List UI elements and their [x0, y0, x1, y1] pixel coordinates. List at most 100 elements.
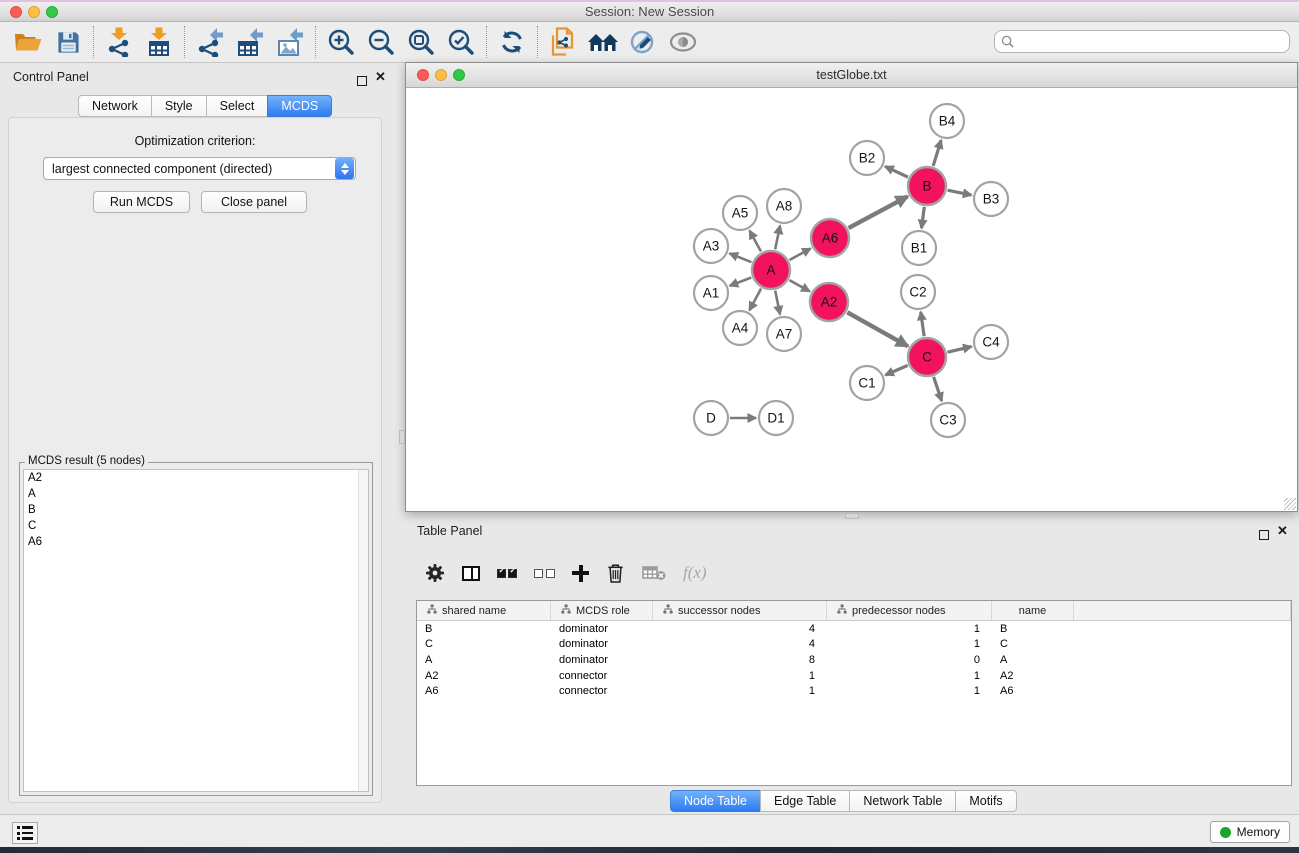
- graph-edge-A-A1[interactable]: [730, 278, 752, 286]
- graph-node-B2[interactable]: B2: [850, 141, 884, 175]
- column-header-name[interactable]: name: [992, 601, 1074, 620]
- graph-node-A[interactable]: A: [752, 251, 790, 289]
- magnifier-plus-icon[interactable]: [321, 24, 361, 60]
- graph-edge-A-A4[interactable]: [749, 289, 761, 311]
- list-item[interactable]: A2: [24, 470, 368, 486]
- close-panel-button[interactable]: Close panel: [201, 191, 307, 213]
- table-row[interactable]: Adominator80A: [417, 652, 1291, 668]
- list-item[interactable]: B: [24, 502, 368, 518]
- graph-node-A2[interactable]: A2: [810, 283, 848, 321]
- column-header-MCDS-role[interactable]: MCDS role: [551, 601, 653, 620]
- graph-edge-B-B2[interactable]: [885, 166, 908, 177]
- save-floppy-icon[interactable]: [48, 24, 88, 60]
- document-network-icon[interactable]: [543, 24, 583, 60]
- tab-network-table[interactable]: Network Table: [849, 790, 956, 812]
- graph-edge-B-B4[interactable]: [933, 140, 941, 166]
- graph-node-B1[interactable]: B1: [902, 231, 936, 265]
- control-panel-close-button[interactable]: ✕: [375, 72, 386, 82]
- search-input[interactable]: [1018, 35, 1283, 49]
- list-item[interactable]: C: [24, 518, 368, 534]
- graph-node-C2[interactable]: C2: [901, 275, 935, 309]
- graph-edge-B-B3[interactable]: [948, 190, 972, 195]
- column-header-predecessor-nodes[interactable]: predecessor nodes: [827, 601, 992, 620]
- splitter-grip-vertical[interactable]: [399, 430, 405, 444]
- unchecked-boxes-icon[interactable]: [534, 569, 555, 578]
- magnifier-check-icon[interactable]: [441, 24, 481, 60]
- graph-edge-A-A8[interactable]: [775, 226, 780, 250]
- graph-edge-A-A6[interactable]: [789, 248, 810, 259]
- graph-node-C[interactable]: C: [908, 338, 946, 376]
- graph-edge-A-A2[interactable]: [789, 280, 809, 291]
- pen-slash-icon[interactable]: [623, 24, 663, 60]
- graph-edge-A2-C[interactable]: [847, 312, 908, 346]
- tab-motifs[interactable]: Motifs: [955, 790, 1016, 812]
- memory-button[interactable]: Memory: [1210, 821, 1290, 843]
- graph-node-A4[interactable]: A4: [723, 311, 757, 345]
- trash-icon[interactable]: [606, 562, 625, 584]
- list-scrollbar[interactable]: [358, 470, 368, 791]
- graph-node-B4[interactable]: B4: [930, 104, 964, 138]
- network-canvas[interactable]: B4 B2 B B3 A8 A5 A6 A3 B1 A A1 C2 A2 A4 A7 C4 C C1 D D1 C3: [406, 88, 1297, 511]
- table-row[interactable]: A2connector11A2: [417, 668, 1291, 684]
- open-folder-icon[interactable]: [8, 24, 48, 60]
- graph-edge-C-C4[interactable]: [947, 347, 971, 353]
- graph-edge-B-B1[interactable]: [922, 207, 925, 228]
- table-panel-close-button[interactable]: ✕: [1277, 526, 1288, 536]
- column-header-successor-nodes[interactable]: successor nodes: [653, 601, 827, 620]
- graph-node-A3[interactable]: A3: [694, 229, 728, 263]
- graph-node-D[interactable]: D: [694, 401, 728, 435]
- checked-boxes-icon[interactable]: [497, 569, 517, 578]
- search-field[interactable]: [994, 30, 1290, 53]
- export-network-arrow-icon[interactable]: [190, 24, 230, 60]
- graph-node-D1[interactable]: D1: [759, 401, 793, 435]
- graph-edge-A-A5[interactable]: [750, 231, 761, 252]
- graph-edge-C-C2[interactable]: [921, 312, 924, 336]
- graph-node-C1[interactable]: C1: [850, 366, 884, 400]
- graph-edge-A-A7[interactable]: [775, 291, 780, 315]
- import-network-arrow-icon[interactable]: [99, 24, 139, 60]
- graph-node-A5[interactable]: A5: [723, 196, 757, 230]
- double-home-icon[interactable]: [583, 24, 623, 60]
- tab-style[interactable]: Style: [151, 95, 207, 117]
- graph-node-B[interactable]: B: [908, 167, 946, 205]
- tab-mcds[interactable]: MCDS: [267, 95, 332, 117]
- tab-node-table[interactable]: Node Table: [670, 790, 761, 812]
- table-row[interactable]: Bdominator41B: [417, 621, 1291, 637]
- tab-edge-table[interactable]: Edge Table: [760, 790, 850, 812]
- export-table-arrow-icon[interactable]: [230, 24, 270, 60]
- graph-node-A8[interactable]: A8: [767, 189, 801, 223]
- import-table-arrow-icon[interactable]: [139, 24, 179, 60]
- table-row[interactable]: A6connector11A6: [417, 683, 1291, 699]
- mcds-result-list[interactable]: A2ABCA6: [23, 469, 369, 792]
- table-row[interactable]: Cdominator41C: [417, 637, 1291, 653]
- list-item[interactable]: A: [24, 486, 368, 502]
- criterion-dropdown[interactable]: largest connected component (directed): [43, 157, 356, 180]
- graph-edge-C-C3[interactable]: [934, 377, 942, 401]
- table-panel-float-button[interactable]: [1259, 527, 1269, 545]
- split-columns-icon[interactable]: [462, 566, 480, 581]
- graph-edge-C-C1[interactable]: [885, 365, 907, 375]
- tab-network[interactable]: Network: [78, 95, 152, 117]
- list-item[interactable]: A6: [24, 534, 368, 550]
- refresh-arrows-icon[interactable]: [492, 24, 532, 60]
- graph-node-A7[interactable]: A7: [767, 317, 801, 351]
- graph-edge-A-A3[interactable]: [730, 253, 752, 262]
- graph-node-A6[interactable]: A6: [811, 219, 849, 257]
- column-header-shared-name[interactable]: shared name: [417, 601, 551, 620]
- export-image-arrow-icon[interactable]: [270, 24, 310, 60]
- graph-node-A1[interactable]: A1: [694, 276, 728, 310]
- gear-icon[interactable]: [425, 563, 445, 583]
- graph-node-B3[interactable]: B3: [974, 182, 1008, 216]
- magnifier-box-icon[interactable]: [401, 24, 441, 60]
- control-panel-float-button[interactable]: [357, 73, 367, 91]
- magnifier-minus-icon[interactable]: [361, 24, 401, 60]
- tab-select[interactable]: Select: [206, 95, 269, 117]
- plus-icon[interactable]: [572, 565, 589, 582]
- graph-node-C4[interactable]: C4: [974, 325, 1008, 359]
- graph-edge-A6-B[interactable]: [849, 196, 908, 228]
- window-resize-grip[interactable]: [1284, 498, 1296, 510]
- graph-node-C3[interactable]: C3: [931, 403, 965, 437]
- splitter-grip-horizontal[interactable]: [845, 513, 859, 519]
- task-history-icon[interactable]: [12, 822, 38, 844]
- run-mcds-button[interactable]: Run MCDS: [93, 191, 190, 213]
